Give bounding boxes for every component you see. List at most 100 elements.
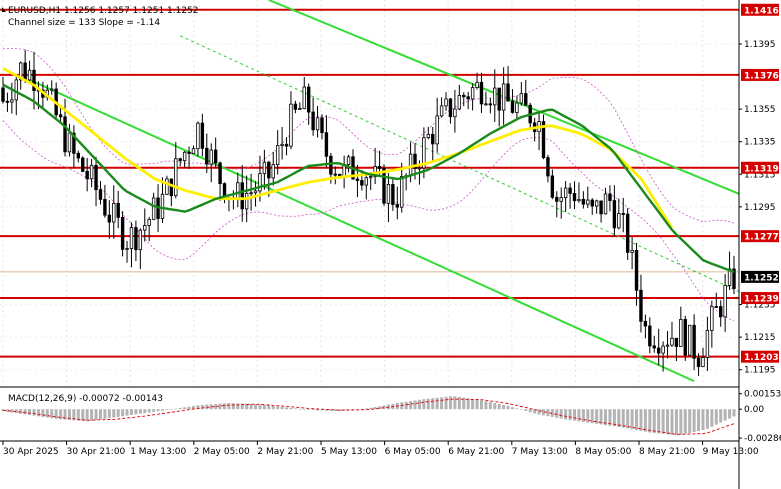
current-price-label: 1.1252 bbox=[744, 273, 779, 283]
macd-bar bbox=[103, 409, 107, 419]
macd-bar bbox=[435, 397, 439, 410]
time-tick-label: 30 Apr 21:00 bbox=[67, 447, 126, 457]
candle-body bbox=[391, 184, 395, 205]
macd-bar bbox=[471, 398, 475, 410]
candle-body bbox=[515, 102, 519, 113]
macd-bar bbox=[107, 409, 111, 419]
candle-body bbox=[346, 156, 351, 165]
macd-bar bbox=[129, 409, 133, 415]
macd-bar bbox=[479, 400, 483, 410]
candle-body bbox=[400, 176, 404, 208]
candle-body bbox=[506, 83, 510, 102]
macd-bar bbox=[32, 409, 36, 416]
macd-tick-label: 0.00153 bbox=[744, 390, 781, 400]
macd-bar bbox=[568, 409, 572, 420]
candle-body bbox=[563, 187, 568, 199]
candle-body bbox=[470, 87, 475, 100]
macd-bar bbox=[409, 401, 413, 410]
time-tick-label: 1 May 13:00 bbox=[130, 447, 186, 457]
candle-body bbox=[493, 87, 497, 106]
candle-body bbox=[134, 227, 138, 251]
price-tick-label: 1.1295 bbox=[744, 203, 776, 213]
macd-bar bbox=[541, 409, 545, 416]
candle-body bbox=[608, 193, 612, 201]
macd-bar bbox=[705, 409, 709, 429]
candle-body bbox=[58, 114, 63, 118]
macd-bar bbox=[227, 403, 231, 410]
macd-bar bbox=[679, 409, 683, 435]
macd-bar bbox=[510, 407, 514, 410]
candle-body bbox=[50, 88, 54, 91]
macd-bar bbox=[50, 409, 54, 419]
candle-body bbox=[679, 319, 683, 347]
eurusd-h1-chart: 1.13951.13551.13351.13151.12951.12351.12… bbox=[0, 0, 781, 489]
candle-body bbox=[670, 337, 674, 346]
macd-bar bbox=[453, 396, 457, 410]
macd-bar bbox=[404, 401, 408, 410]
candle-body bbox=[112, 202, 116, 223]
macd-bar bbox=[648, 409, 652, 433]
candle-body bbox=[240, 182, 244, 210]
macd-bar bbox=[285, 407, 289, 410]
macd-bar bbox=[666, 409, 670, 435]
candle-body bbox=[652, 345, 656, 349]
price-tick-label: 1.1335 bbox=[744, 138, 776, 148]
candle-body bbox=[125, 248, 129, 250]
macd-bar bbox=[732, 409, 736, 417]
candle-body bbox=[382, 168, 386, 204]
time-tick-label: 6 May 21:00 bbox=[448, 447, 504, 457]
macd-bar bbox=[515, 408, 519, 410]
candle-body bbox=[599, 200, 603, 215]
macd-bar bbox=[147, 409, 151, 413]
macd-bar bbox=[444, 396, 448, 410]
level-label: 1.1203 bbox=[744, 353, 779, 363]
macd-bar bbox=[41, 409, 45, 417]
macd-bar bbox=[701, 409, 705, 431]
candle-body bbox=[643, 320, 648, 327]
candle-body bbox=[249, 192, 253, 195]
macd-bar bbox=[506, 405, 510, 410]
macd-bar bbox=[81, 409, 85, 421]
macd-bar bbox=[160, 409, 164, 411]
level-label: 1.1277 bbox=[744, 233, 779, 243]
time-tick-label: 5 May 13:00 bbox=[321, 447, 377, 457]
macd-bar bbox=[573, 409, 577, 421]
candle-body bbox=[160, 193, 165, 219]
candle-body bbox=[479, 81, 484, 105]
macd-bar bbox=[231, 403, 235, 410]
candle-body bbox=[630, 249, 634, 253]
macd-bar bbox=[528, 409, 532, 413]
candle-body bbox=[271, 164, 275, 179]
macd-bar bbox=[302, 409, 306, 410]
candle-body bbox=[621, 213, 625, 215]
price-tick-label: 1.1395 bbox=[744, 40, 776, 50]
macd-bar bbox=[36, 409, 40, 417]
macd-bar bbox=[577, 409, 581, 422]
macd-bar bbox=[683, 409, 687, 434]
macd-bar bbox=[630, 409, 634, 430]
candle-body bbox=[572, 192, 577, 202]
candle-body bbox=[320, 117, 324, 134]
candle-body bbox=[550, 175, 555, 198]
candle-body bbox=[665, 344, 670, 347]
candle-body bbox=[710, 306, 714, 331]
macd-bar bbox=[692, 409, 696, 432]
candle-body bbox=[559, 197, 563, 202]
candle-body bbox=[701, 357, 705, 367]
macd-bar bbox=[639, 409, 643, 431]
candle-body bbox=[444, 98, 448, 107]
candle-body bbox=[302, 86, 306, 109]
candle-body bbox=[147, 218, 151, 226]
macd-bar bbox=[484, 401, 488, 410]
time-tick-label: 8 May 21:00 bbox=[639, 447, 695, 457]
candle-body bbox=[200, 122, 205, 149]
time-tick-label: 8 May 05:00 bbox=[575, 447, 631, 457]
candle-body bbox=[519, 93, 524, 104]
macd-bar bbox=[466, 398, 470, 410]
macd-bar bbox=[617, 409, 621, 427]
macd-bar bbox=[125, 409, 129, 416]
candle-body bbox=[692, 324, 696, 359]
candle-body bbox=[196, 122, 200, 150]
candle-body bbox=[617, 213, 621, 229]
macd-bar bbox=[276, 406, 280, 410]
